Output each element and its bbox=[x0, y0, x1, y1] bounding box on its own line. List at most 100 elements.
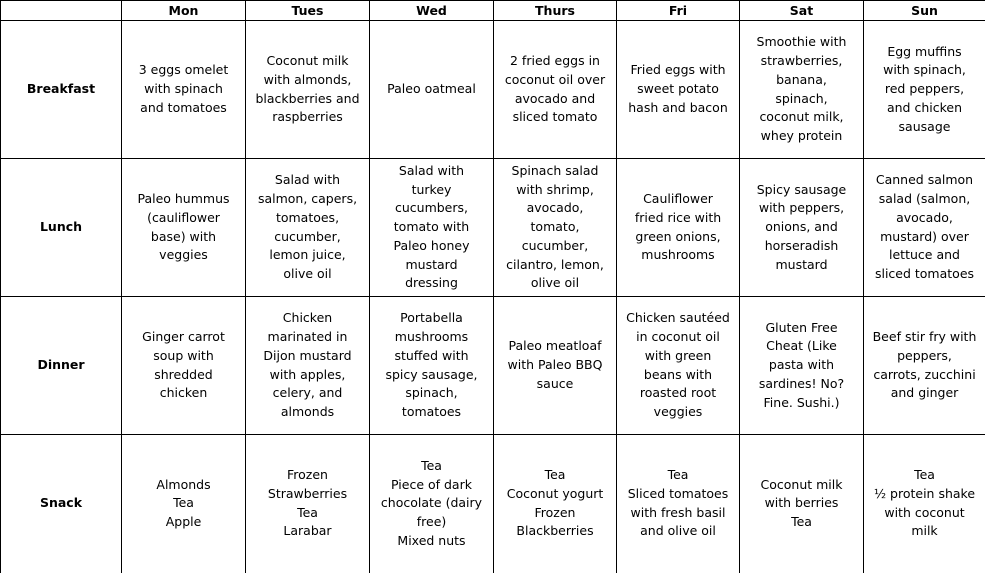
meal-item-line: Paleo meatloaf bbox=[500, 337, 610, 356]
meal-label: Dinner bbox=[1, 297, 122, 435]
meal-item-line: (cauliflower bbox=[128, 209, 239, 228]
meal-item-line: chicken bbox=[128, 384, 239, 403]
meal-item-line: with almonds, bbox=[252, 71, 363, 90]
meal-item-line: almonds bbox=[252, 403, 363, 422]
meal-cell: TeaSliced tomatoeswith fresh basiland ol… bbox=[617, 435, 740, 573]
meal-item-line: avocado and bbox=[500, 90, 610, 109]
meal-item-line: with shrimp, bbox=[500, 181, 610, 200]
meal-item-line: Paleo oatmeal bbox=[376, 80, 487, 99]
meal-item-line: Paleo honey bbox=[376, 237, 487, 256]
meal-item-line: banana, bbox=[746, 71, 857, 90]
meal-item-line: mushrooms bbox=[623, 246, 733, 265]
meal-item-line: with peppers, bbox=[746, 199, 857, 218]
meal-item-line: soup with bbox=[128, 347, 239, 366]
day-header-fri: Fri bbox=[617, 1, 740, 21]
meal-item-line: tomato with bbox=[376, 218, 487, 237]
meal-item-line: Tea bbox=[500, 466, 610, 485]
meal-cell: Coconut milkwith berriesTea bbox=[740, 435, 864, 573]
meal-item-line: Tea bbox=[870, 466, 979, 485]
meal-item-line: red peppers, bbox=[870, 80, 979, 99]
meal-item-line: Larabar bbox=[252, 522, 363, 541]
meal-cell: Paleo hummus(cauliflowerbase) withveggie… bbox=[122, 159, 246, 297]
meal-item-line: olive oil bbox=[252, 265, 363, 284]
meal-item-line: sauce bbox=[500, 375, 610, 394]
meal-item-line: beans with bbox=[623, 366, 733, 385]
meal-item-line: milk bbox=[870, 522, 979, 541]
meal-item-line: spicy sausage, bbox=[376, 366, 487, 385]
meal-item-line: mustard bbox=[746, 256, 857, 275]
meal-item-line: hash and bacon bbox=[623, 99, 733, 118]
corner-cell bbox=[1, 1, 122, 21]
meal-item-line: cucumber, bbox=[500, 237, 610, 256]
meal-item-line: Fine. Sushi.) bbox=[746, 394, 857, 413]
meal-item-line: marinated in bbox=[252, 328, 363, 347]
meal-item-line: Coconut milk bbox=[252, 52, 363, 71]
meal-item-line: Spicy sausage bbox=[746, 181, 857, 200]
meal-item-line: Salad with bbox=[252, 171, 363, 190]
day-header-mon: Mon bbox=[122, 1, 246, 21]
meal-item-line: horseradish bbox=[746, 237, 857, 256]
meal-item-line: Beef stir fry with bbox=[870, 328, 979, 347]
meal-item-line: Frozen bbox=[252, 466, 363, 485]
meal-cell: Gluten FreeCheat (Likepasta withsardines… bbox=[740, 297, 864, 435]
meal-cell: Chicken sautéedin coconut oilwith greenb… bbox=[617, 297, 740, 435]
meal-item-line: in coconut oil bbox=[623, 328, 733, 347]
meal-cell: Fried eggs withsweet potatohash and baco… bbox=[617, 21, 740, 159]
meal-cell: 2 fried eggs incoconut oil overavocado a… bbox=[494, 21, 617, 159]
meal-item-line: raspberries bbox=[252, 108, 363, 127]
day-header-tues: Tues bbox=[246, 1, 370, 21]
meal-item-line: Tea bbox=[252, 504, 363, 523]
meal-item-line: Salad with bbox=[376, 162, 487, 181]
meal-item-line: shredded bbox=[128, 366, 239, 385]
meal-item-line: tomatoes bbox=[376, 403, 487, 422]
meal-item-line: mustard) over bbox=[870, 228, 979, 247]
meal-item-line: sausage bbox=[870, 118, 979, 137]
meal-cell: Portabellamushroomsstuffed withspicy sau… bbox=[370, 297, 494, 435]
meal-row-breakfast: Breakfast3 eggs omeletwith spinachand to… bbox=[1, 21, 985, 159]
meal-item-line: cucumber, bbox=[252, 228, 363, 247]
meal-row-lunch: LunchPaleo hummus(cauliflowerbase) withv… bbox=[1, 159, 985, 297]
meal-item-line: with Paleo BBQ bbox=[500, 356, 610, 375]
meal-item-line: strawberries, bbox=[746, 52, 857, 71]
meal-item-line: with fresh basil bbox=[623, 504, 733, 523]
meal-item-line: cilantro, lemon, bbox=[500, 256, 610, 275]
meal-item-line: avocado, bbox=[500, 199, 610, 218]
meal-item-line: salmon, capers, bbox=[252, 190, 363, 209]
meal-item-line: roasted root bbox=[623, 384, 733, 403]
meal-label: Lunch bbox=[1, 159, 122, 297]
meal-cell: Salad withturkeycucumbers,tomato withPal… bbox=[370, 159, 494, 297]
meal-cell: Smoothie withstrawberries,banana,spinach… bbox=[740, 21, 864, 159]
meal-item-line: Portabella bbox=[376, 309, 487, 328]
meal-cell: Paleo oatmeal bbox=[370, 21, 494, 159]
meal-item-line: with apples, bbox=[252, 366, 363, 385]
meal-cell: Egg muffinswith spinach,red peppers,and … bbox=[864, 21, 985, 159]
meal-item-line: stuffed with bbox=[376, 347, 487, 366]
meal-label: Breakfast bbox=[1, 21, 122, 159]
meal-row-snack: SnackAlmondsTeaAppleFrozenStrawberriesTe… bbox=[1, 435, 985, 573]
meal-item-line: veggies bbox=[623, 403, 733, 422]
meal-cell: TeaCoconut yogurtFrozenBlackberries bbox=[494, 435, 617, 573]
meal-item-line: green onions, bbox=[623, 228, 733, 247]
meal-item-line: and olive oil bbox=[623, 522, 733, 541]
meal-cell: Cauliflowerfried rice withgreen onions,m… bbox=[617, 159, 740, 297]
meal-item-line: with berries bbox=[746, 494, 857, 513]
meal-item-line: Paleo hummus bbox=[128, 190, 239, 209]
meal-item-line: pasta with bbox=[746, 356, 857, 375]
meal-item-line: sliced tomato bbox=[500, 108, 610, 127]
meal-cell: Salad withsalmon, capers,tomatoes,cucumb… bbox=[246, 159, 370, 297]
meal-cell: Canned salmonsalad (salmon,avocado,musta… bbox=[864, 159, 985, 297]
meal-plan-table: Mon Tues Wed Thurs Fri Sat Sun Breakfast… bbox=[0, 0, 985, 573]
meal-item-line: and chicken bbox=[870, 99, 979, 118]
meal-table-body: Breakfast3 eggs omeletwith spinachand to… bbox=[1, 21, 985, 573]
meal-item-line: veggies bbox=[128, 246, 239, 265]
meal-item-line: Egg muffins bbox=[870, 43, 979, 62]
meal-item-line: with coconut bbox=[870, 504, 979, 523]
meal-item-line: with green bbox=[623, 347, 733, 366]
meal-item-line: free) bbox=[376, 513, 487, 532]
meal-item-line: olive oil bbox=[500, 274, 610, 293]
meal-item-line: ½ protein shake bbox=[870, 485, 979, 504]
meal-item-line: 2 fried eggs in bbox=[500, 52, 610, 71]
meal-cell: Spicy sausagewith peppers,onions, andhor… bbox=[740, 159, 864, 297]
meal-item-line: sliced tomatoes bbox=[870, 265, 979, 284]
meal-item-line: Coconut yogurt bbox=[500, 485, 610, 504]
